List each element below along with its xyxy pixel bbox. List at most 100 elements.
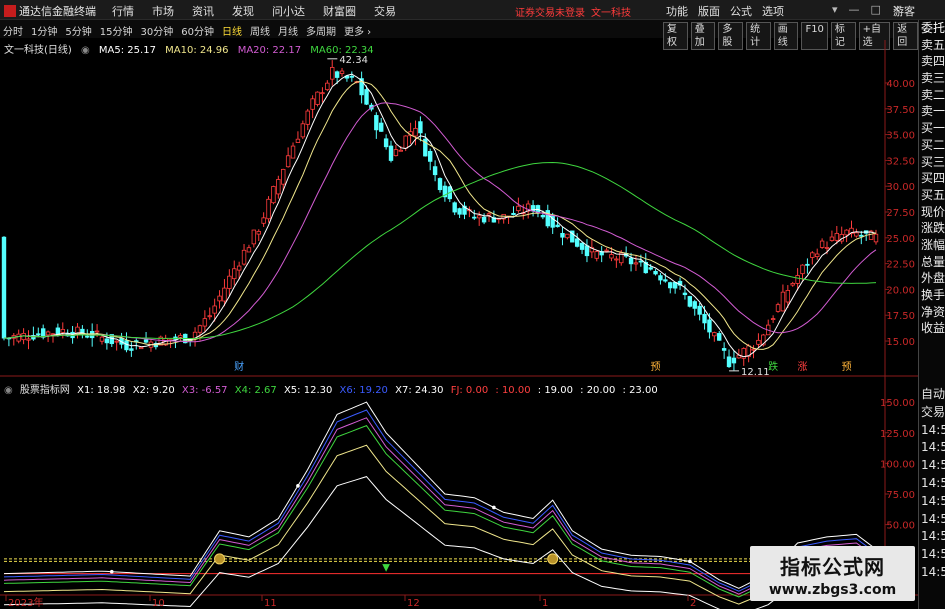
quote-field-label: 14:50	[921, 564, 945, 579]
quote-field-label: 14:50	[921, 475, 945, 490]
quote-field-label: 14:50	[921, 529, 945, 544]
candle-body	[516, 205, 521, 212]
candle-body	[261, 217, 266, 224]
candle-body	[800, 264, 805, 275]
quote-field-label: 买四	[921, 171, 945, 186]
candle-body	[300, 123, 306, 138]
quote-labels-upper: 委托 卖五 卖四 卖三 卖二 卖一 买一 买二 买三 买四 买五 现价 涨跌 涨幅 总量 外盘 换手 净资 收益	[919, 20, 945, 337]
candle-body	[819, 240, 825, 248]
candle-body	[227, 275, 232, 289]
candle-body	[511, 212, 516, 216]
sell-signal-icon: ▼	[382, 562, 390, 573]
candle-body	[413, 127, 418, 137]
candle-body	[236, 265, 242, 271]
candle-body	[241, 249, 247, 265]
buy-signal-icon	[214, 553, 226, 565]
indicator-settings-icon[interactable]: ◉	[4, 385, 13, 396]
quote-field-label: 委托	[921, 21, 945, 35]
quote-field-label: 14:50	[921, 493, 945, 508]
indicator-marker	[109, 569, 114, 574]
candle-body	[653, 270, 658, 275]
candle-body	[266, 198, 271, 220]
candle-body	[217, 295, 222, 302]
candle-body	[325, 82, 330, 91]
candle-body	[276, 179, 281, 195]
candle-body	[114, 340, 119, 343]
candle-body	[85, 335, 90, 338]
candle-body	[726, 356, 732, 368]
candle-body	[648, 267, 653, 270]
watermark-title: 指标公式网	[780, 555, 885, 579]
quote-labels-lower: 自动交易 14:50 14:50 14:50 14:50 14:50 14:50 14:50 1…	[919, 386, 945, 582]
candle-body	[481, 216, 487, 223]
candle-body	[334, 71, 340, 78]
low-price-label: 12.11	[741, 367, 770, 378]
candle-body	[707, 319, 712, 333]
candle-body	[320, 92, 325, 95]
price-axis-label: 40.00	[886, 79, 915, 90]
quote-field-label: 换手	[921, 288, 945, 302]
candle-body	[197, 325, 203, 333]
quote-field-label: 买一	[921, 121, 945, 136]
quote-field-label: 14:50	[921, 422, 945, 437]
kline-chart[interactable]: 40.00 37.50 35.00 32.50 30.00 27.50 25.00 22.50…	[0, 0, 918, 609]
quote-field-label: 涨跌	[921, 221, 945, 236]
quote-field-label: 交易	[921, 404, 945, 419]
candle-body	[40, 328, 46, 338]
event-mark: 财	[234, 360, 244, 373]
indicator-legend: ◉ 股票指标网 X1: 18.98 X2: 9.20 X3: -6.57 X4:…	[4, 381, 662, 396]
candle-body	[829, 236, 835, 241]
candle-body	[330, 67, 335, 80]
candle-body	[697, 305, 702, 315]
quote-field-label: 现价	[921, 204, 945, 219]
time-axis-label: 12	[407, 598, 420, 609]
high-price-label: 42.34	[339, 55, 368, 66]
candle-body	[854, 232, 859, 237]
candle-body	[810, 252, 815, 258]
quote-field-label: 买二	[921, 137, 945, 152]
candle-body	[790, 283, 795, 286]
price-axis-label: 22.50	[886, 260, 915, 271]
candle-body	[663, 279, 668, 282]
candle-body	[104, 338, 110, 344]
candle-body	[178, 335, 183, 338]
indicator-axis-label: 100.00	[880, 459, 915, 470]
quote-field-label: 卖二	[921, 87, 945, 102]
security-title[interactable]: 文一科技(日线)	[4, 45, 72, 56]
quote-field-label: 买五	[921, 187, 945, 202]
candle-body	[859, 234, 864, 237]
indicator-value: X1: 18.98	[77, 385, 126, 396]
indicator-value: X5: 12.30	[283, 385, 333, 396]
indicator-axis-label: 75.00	[886, 490, 915, 501]
time-axis-label: 1	[542, 598, 548, 609]
settings-icon[interactable]: ◉	[81, 45, 90, 56]
candle-body	[246, 247, 252, 253]
candle-body	[374, 115, 379, 131]
indicator-value: : 20.00	[580, 385, 616, 396]
candle-body	[256, 230, 261, 235]
quote-field-label: 自动	[921, 387, 945, 401]
candle-body	[805, 263, 810, 266]
candle-body	[349, 75, 355, 78]
candle-body	[281, 168, 286, 185]
event-mark: 预	[651, 361, 661, 373]
candle-body	[26, 338, 31, 341]
candle-body	[609, 254, 614, 259]
candle-body	[795, 275, 800, 284]
event-mark: 预	[842, 361, 852, 373]
candle-body	[143, 339, 149, 343]
indicator-marker	[296, 484, 300, 488]
indicator-value: FJ: 0.00	[450, 385, 489, 396]
indicator-name[interactable]: 股票指标网	[20, 385, 70, 396]
candle-body	[751, 348, 756, 351]
indicator-value: X2: 9.20	[132, 385, 175, 396]
quote-field-label: 卖三	[921, 71, 945, 86]
candle-body	[785, 290, 791, 303]
buy-signal-icon	[547, 553, 559, 565]
candle-body	[574, 238, 580, 247]
candle-body	[393, 149, 399, 157]
quote-field-label: 卖一	[921, 104, 945, 119]
candle-body	[668, 282, 673, 289]
candle-body	[315, 91, 320, 105]
time-axis-label: 2	[690, 598, 696, 609]
